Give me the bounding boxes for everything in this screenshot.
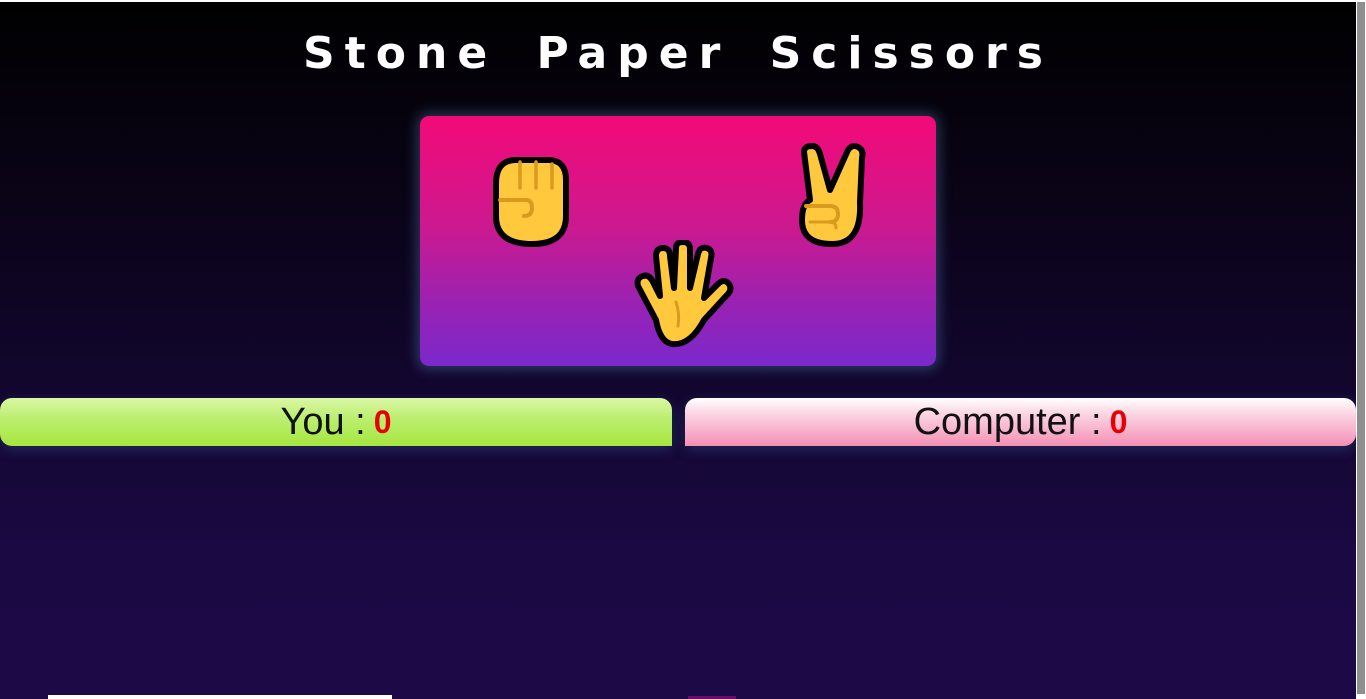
game-page: Stone Paper Scissors You: 0 Computer: … [0, 2, 1356, 699]
computer-score-box: Computer : 0 [685, 398, 1356, 446]
choice-paper[interactable] [632, 240, 736, 350]
user-score-value: 0 [373, 403, 392, 440]
page-title: Stone Paper Scissors [303, 28, 1053, 79]
computer-score-label: Computer : [913, 400, 1102, 443]
scrollbar-thumb[interactable] [1357, 2, 1365, 694]
app-window: Stone Paper Scissors You: 0 Computer: … [0, 0, 1366, 699]
computer-score-value: 0 [1109, 403, 1128, 440]
scoreboard: You : 0 Computer : 0 [0, 398, 1356, 448]
user-score-label: You : [280, 400, 366, 443]
choice-stone[interactable] [490, 154, 570, 248]
choice-scissors[interactable] [796, 142, 868, 248]
choices-board [420, 116, 936, 366]
raised-hand-icon [634, 240, 734, 348]
bottom-edge-segment [48, 695, 392, 699]
user-score-box: You : 0 [0, 398, 672, 446]
victory-hand-icon [799, 143, 866, 247]
vertical-scrollbar[interactable] [1356, 0, 1366, 699]
raised-fist-icon [493, 157, 569, 247]
